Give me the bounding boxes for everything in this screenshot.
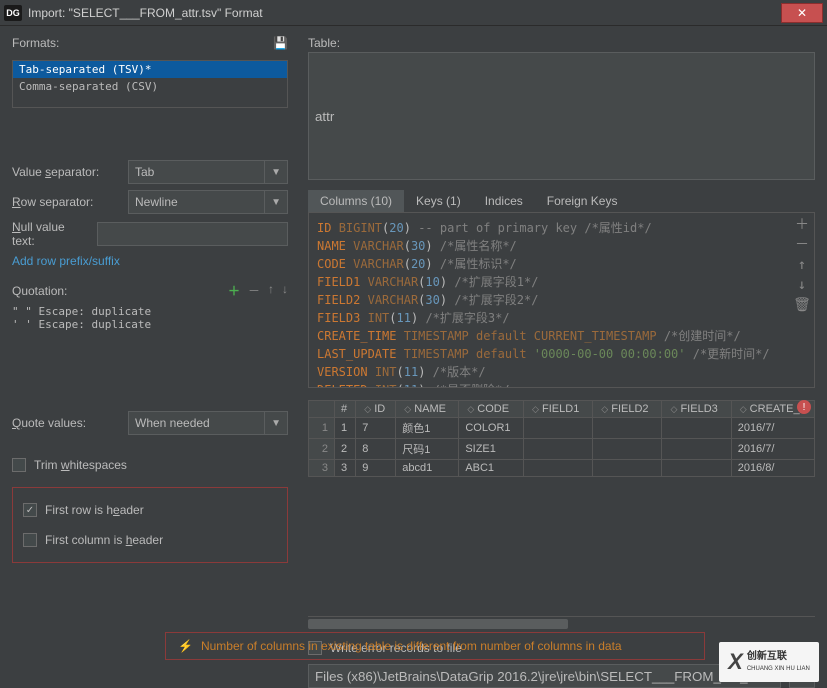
header-options-box: First row is header First column is head… <box>12 487 288 563</box>
table-label: Table: <box>308 36 815 50</box>
grid-column-header[interactable]: ◇ NAME <box>396 401 459 418</box>
data-grid[interactable]: ! #◇ ID◇ NAME◇ CODE◇ FIELD1◇ FIELD2◇ FIE… <box>308 400 815 630</box>
table-row[interactable]: 117颜色1COLOR12016/7/ <box>309 418 815 439</box>
grid-column-header[interactable]: ◇ FIELD2 <box>593 401 662 418</box>
format-item-tsv[interactable]: Tab-separated (TSV)* <box>13 61 287 78</box>
app-icon: DG <box>4 5 22 21</box>
close-button[interactable]: ✕ <box>781 3 823 23</box>
up-icon[interactable]: ↑ <box>794 257 810 273</box>
ddl-line[interactable]: VERSION INT(11) /*版本*/ <box>317 363 806 381</box>
warning-bar: ⚡ Number of columns in existing table is… <box>165 632 705 660</box>
ddl-line[interactable]: CODE VARCHAR(20) /*属性标识*/ <box>317 255 806 273</box>
chevron-down-icon: ▼ <box>264 412 281 434</box>
value-separator-select[interactable]: Tab▼ <box>128 160 288 184</box>
quotation-item[interactable]: ' ' Escape: duplicate <box>12 318 288 331</box>
formats-list[interactable]: Tab-separated (TSV)* Comma-separated (CS… <box>12 60 288 108</box>
format-item-csv[interactable]: Comma-separated (CSV) <box>13 78 287 95</box>
ddl-area[interactable]: ＋ － ↑ ↓ 🗑 ID BIGINT(20) -- part of prima… <box>308 213 815 388</box>
warning-text: Number of columns in existing table is d… <box>201 639 622 653</box>
first-row-label: First row is header <box>45 503 144 517</box>
first-row-checkbox[interactable] <box>23 503 37 517</box>
chevron-down-icon: ▼ <box>264 161 281 183</box>
error-badge-icon[interactable]: ! <box>797 400 811 414</box>
ddl-line[interactable]: LAST_UPDATE TIMESTAMP default '0000-00-0… <box>317 345 806 363</box>
quotation-item[interactable]: " " Escape: duplicate <box>12 305 288 318</box>
ddl-line[interactable]: NAME VARCHAR(30) /*属性名称*/ <box>317 237 806 255</box>
logo-x-icon: X <box>728 649 743 675</box>
tab-indices[interactable]: Indices <box>473 190 535 212</box>
trim-label: Trim whitespaces <box>34 458 127 472</box>
tab-columns[interactable]: Columns (10) <box>308 190 404 212</box>
trim-checkbox[interactable] <box>12 458 26 472</box>
first-col-checkbox[interactable] <box>23 533 37 547</box>
quotation-label: Quotation: <box>12 284 67 298</box>
grid-column-header[interactable]: ◇ CODE <box>459 401 524 418</box>
grid-column-header[interactable]: ◇ ID <box>356 401 396 418</box>
grid-column-header[interactable]: ◇ FIELD1 <box>524 401 593 418</box>
quote-values-select[interactable]: When needed▼ <box>128 411 288 435</box>
window-title: Import: "SELECT___FROM_attr.tsv" Format <box>28 6 781 20</box>
right-panel: Table: Columns (10) Keys (1) Indices For… <box>300 26 827 688</box>
error-file-input[interactable] <box>308 664 781 688</box>
save-icon[interactable]: 💾 <box>273 36 288 50</box>
bolt-icon: ⚡ <box>178 639 193 653</box>
tab-foreign-keys[interactable]: Foreign Keys <box>535 190 630 212</box>
null-value-label: Null value text: <box>12 220 89 248</box>
ddl-line[interactable]: DELETED INT(11) /*是否删除*/ <box>317 381 806 388</box>
trash-icon[interactable]: 🗑 <box>794 297 810 313</box>
first-row-header-row[interactable]: First row is header <box>23 500 277 520</box>
quotation-list[interactable]: " " Escape: duplicate ' ' Escape: duplic… <box>12 305 288 339</box>
add-icon[interactable]: ＋ <box>794 217 810 233</box>
formats-label: Formats: <box>12 36 59 50</box>
ddl-line[interactable]: FIELD1 VARCHAR(10) /*扩展字段1*/ <box>317 273 806 291</box>
null-value-input[interactable] <box>97 222 288 246</box>
quote-values-label: Quote values: <box>12 416 120 430</box>
row-separator-label: Row separator: <box>12 195 120 209</box>
ddl-line[interactable]: ID BIGINT(20) -- part of primary key /*属… <box>317 219 806 237</box>
ddl-line[interactable]: FIELD2 VARCHAR(30) /*扩展字段2*/ <box>317 291 806 309</box>
left-panel: Formats: 💾 Tab-separated (TSV)* Comma-se… <box>0 26 300 688</box>
grid-column-header[interactable]: ◇ FIELD3 <box>662 401 731 418</box>
tab-keys[interactable]: Keys (1) <box>404 190 473 212</box>
trim-whitespaces-row[interactable]: Trim whitespaces <box>12 455 288 475</box>
ddl-line[interactable]: CREATE_TIME TIMESTAMP default CURRENT_TI… <box>317 327 806 345</box>
add-prefix-link[interactable]: Add row prefix/suffix <box>12 254 120 268</box>
chevron-down-icon: ▼ <box>264 191 281 213</box>
first-col-label: First column is header <box>45 533 163 547</box>
remove-icon[interactable]: － <box>248 282 260 299</box>
row-separator-select[interactable]: Newline▼ <box>128 190 288 214</box>
grid-column-header[interactable]: # <box>335 401 356 418</box>
titlebar: DG Import: "SELECT___FROM_attr.tsv" Form… <box>0 0 827 26</box>
table-row[interactable]: 339abcd1ABC12016/8/ <box>309 460 815 477</box>
add-icon[interactable]: ＋ <box>228 282 240 299</box>
table-name-input[interactable] <box>308 52 815 180</box>
up-icon[interactable]: ↑ <box>268 282 274 299</box>
ddl-toolbar: ＋ － ↑ ↓ 🗑 <box>794 217 810 313</box>
ddl-line[interactable]: FIELD3 INT(11) /*扩展字段3*/ <box>317 309 806 327</box>
horizontal-scrollbar[interactable] <box>308 616 815 630</box>
scrollbar-thumb[interactable] <box>308 619 568 629</box>
down-icon[interactable]: ↓ <box>282 282 288 299</box>
watermark-logo: X 创新互联CHUANG XIN HU LIAN <box>719 642 819 682</box>
column-tabs: Columns (10) Keys (1) Indices Foreign Ke… <box>308 190 815 213</box>
down-icon[interactable]: ↓ <box>794 277 810 293</box>
first-col-header-row[interactable]: First column is header <box>23 530 277 550</box>
remove-icon[interactable]: － <box>794 237 810 253</box>
table-row[interactable]: 228尺码1SIZE12016/7/ <box>309 439 815 460</box>
value-separator-label: Value separator: <box>12 165 120 179</box>
